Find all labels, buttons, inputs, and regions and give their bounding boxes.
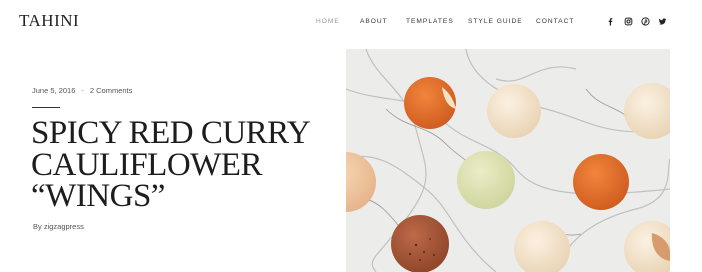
title-divider bbox=[32, 107, 60, 108]
twitter-icon[interactable] bbox=[658, 17, 667, 26]
post-title[interactable]: SPICY RED CURRY CAULIFLOWER “WINGS” bbox=[31, 117, 336, 213]
post-meta: June 5, 2016-2 Comments bbox=[32, 86, 132, 95]
nav-about[interactable]: ABOUT bbox=[360, 18, 388, 25]
post-title-line-1[interactable]: SPICY RED CURRY bbox=[31, 117, 336, 150]
post-comments-link[interactable]: 2 Comments bbox=[90, 86, 133, 95]
post-author[interactable]: By zigzagpress bbox=[33, 222, 84, 231]
nav-contact[interactable]: CONTACT bbox=[536, 18, 574, 25]
featured-image[interactable] bbox=[346, 49, 670, 272]
nav-templates[interactable]: TEMPLATES bbox=[406, 18, 454, 25]
pinterest-icon[interactable] bbox=[641, 17, 650, 26]
post-date[interactable]: June 5, 2016 bbox=[32, 86, 75, 95]
nav-style-guide[interactable]: STYLE GUIDE bbox=[468, 18, 523, 25]
post-title-line-2[interactable]: CAULIFLOWER bbox=[31, 148, 336, 182]
macaron-cream bbox=[487, 84, 541, 138]
site-logo[interactable]: TAHINI bbox=[19, 11, 79, 31]
macaron-chocolate bbox=[391, 215, 449, 272]
instagram-icon[interactable] bbox=[624, 17, 633, 26]
meta-separator: - bbox=[81, 86, 84, 95]
post-title-line-3[interactable]: “WINGS” bbox=[31, 180, 336, 213]
facebook-icon[interactable] bbox=[606, 17, 615, 26]
macaron-pistachio bbox=[457, 151, 515, 209]
macarons-on-marble-image bbox=[346, 49, 670, 272]
macaron-orange bbox=[573, 154, 629, 210]
nav-home[interactable]: HOME bbox=[316, 18, 340, 25]
